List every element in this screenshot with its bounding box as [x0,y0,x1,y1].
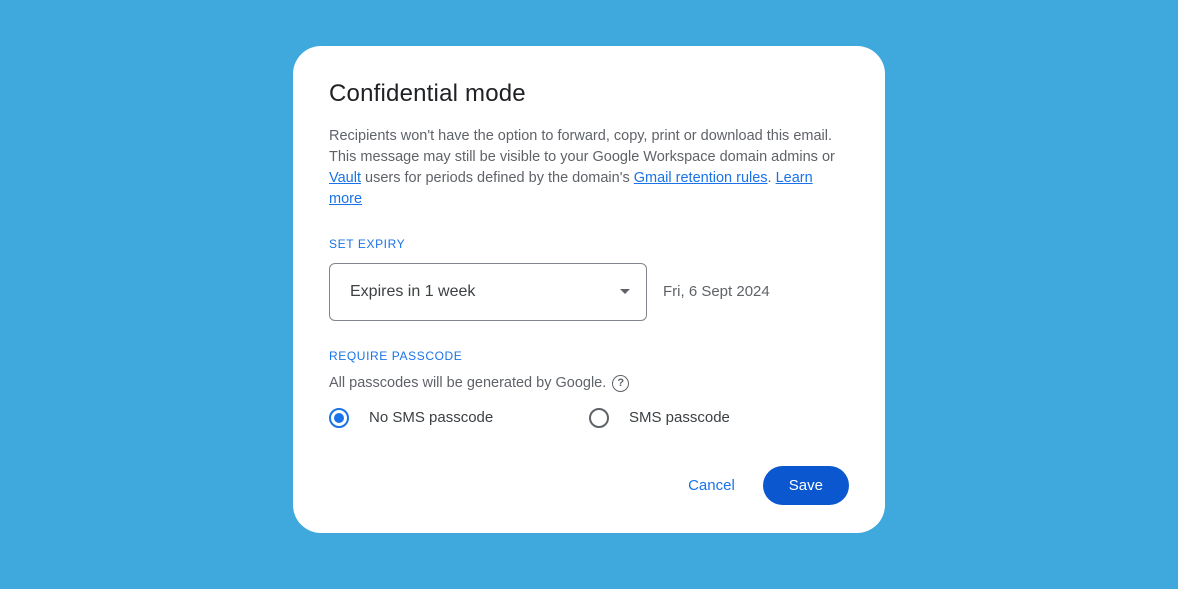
passcode-radio-group: No SMS passcode SMS passcode [329,408,849,428]
radio-label: No SMS passcode [369,409,493,426]
retention-rules-link[interactable]: Gmail retention rules [634,170,768,186]
expiry-select-value: Expires in 1 week [350,283,475,301]
desc-text-2: users for periods defined by the domain'… [361,170,634,186]
desc-text-1: Recipients won't have the option to forw… [329,128,835,165]
radio-icon [329,408,349,428]
desc-text-3: . [768,170,776,186]
passcode-note-text: All passcodes will be generated by Googl… [329,375,606,391]
expiry-date: Fri, 6 Sept 2024 [663,283,770,300]
cancel-button[interactable]: Cancel [678,469,745,502]
chevron-down-icon [620,289,630,294]
dialog-actions: Cancel Save [329,466,849,505]
passcode-note: All passcodes will be generated by Googl… [329,375,849,392]
set-expiry-label: SET EXPIRY [329,237,849,251]
expiry-select[interactable]: Expires in 1 week [329,263,647,321]
radio-label: SMS passcode [629,409,730,426]
expiry-row: Expires in 1 week Fri, 6 Sept 2024 [329,263,849,321]
confidential-mode-dialog: Confidential mode Recipients won't have … [293,46,885,533]
save-button[interactable]: Save [763,466,849,505]
radio-no-sms-passcode[interactable]: No SMS passcode [329,408,589,428]
require-passcode-label: REQUIRE PASSCODE [329,349,849,363]
radio-sms-passcode[interactable]: SMS passcode [589,408,849,428]
radio-icon [589,408,609,428]
vault-link[interactable]: Vault [329,170,361,186]
dialog-description: Recipients won't have the option to forw… [329,126,849,211]
dialog-title: Confidential mode [329,80,849,108]
help-icon[interactable]: ? [612,375,629,392]
